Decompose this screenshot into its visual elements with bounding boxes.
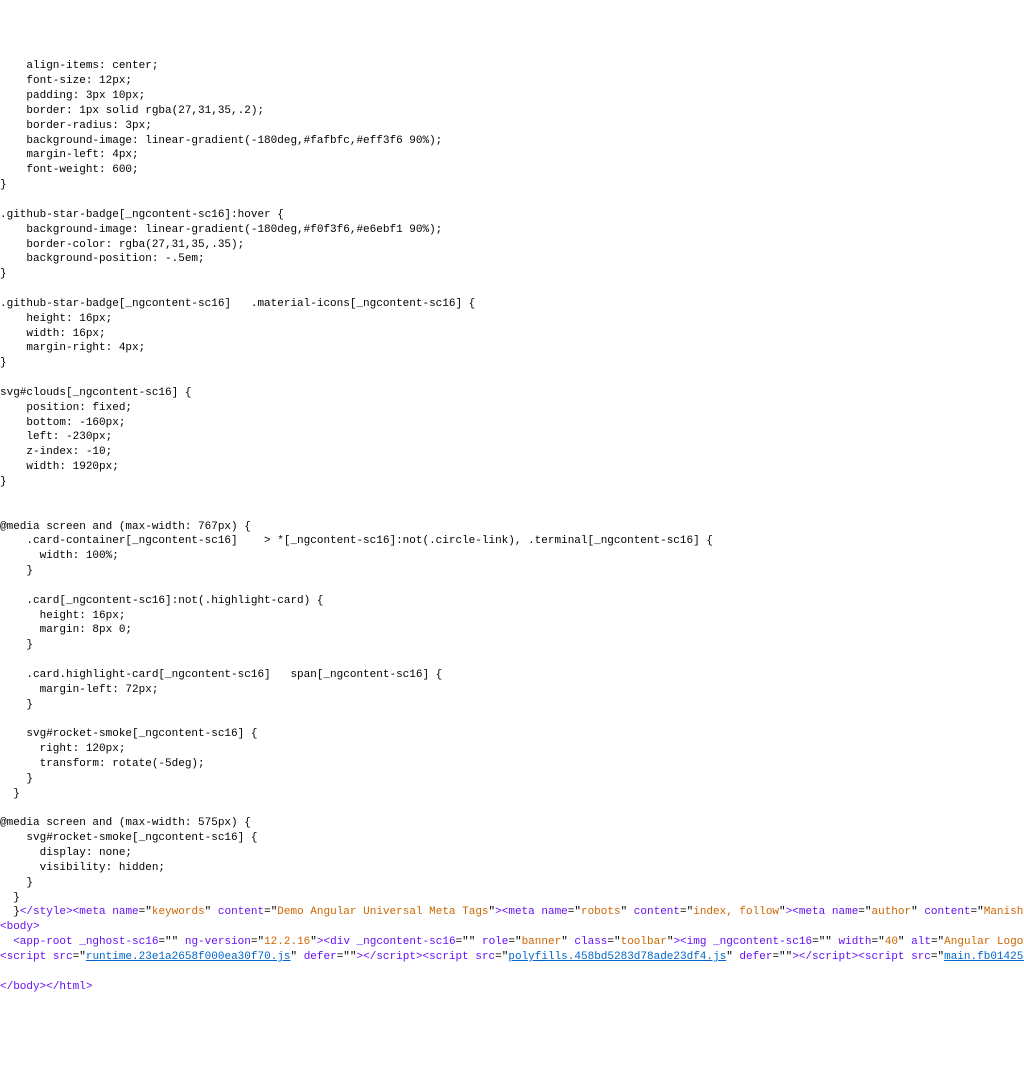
meta-robots-name: robots bbox=[581, 906, 621, 918]
div-role-val: banner bbox=[522, 936, 562, 948]
img-alt-attr: alt bbox=[911, 936, 931, 948]
img-ngcontent: _ngcontent-sc16 bbox=[713, 936, 812, 948]
img-alt-val: Angular Logo bbox=[944, 936, 1023, 948]
nghost-attr: _nghost-sc16 bbox=[79, 936, 158, 948]
script-polyfills-link[interactable]: polyfills.458bd5283d78ade23df4.js bbox=[508, 951, 726, 963]
body-open-tag: body bbox=[7, 921, 33, 933]
meta-author-name: author bbox=[872, 906, 912, 918]
meta-keywords-name: keywords bbox=[152, 906, 205, 918]
defer-attr-1: defer bbox=[304, 951, 337, 963]
meta-author-val: Manish Koju bbox=[984, 906, 1024, 918]
img-width-attr: width bbox=[839, 936, 872, 948]
script-runtime-link[interactable]: runtime.23e1a2658f000ea30f70.js bbox=[86, 951, 291, 963]
div-class-val: toolbar bbox=[621, 936, 667, 948]
ngversion-val: 12.2.16 bbox=[264, 936, 310, 948]
meta-robots-val: index, follow bbox=[693, 906, 779, 918]
div-class-attr: class bbox=[574, 936, 607, 948]
ngversion-attr: ng-version bbox=[185, 936, 251, 948]
div-role-attr: role bbox=[482, 936, 508, 948]
closing-tags: /body></html> bbox=[7, 981, 93, 993]
css-block: align-items: center; font-size: 12px; pa… bbox=[0, 60, 713, 903]
defer-attr-2: defer bbox=[739, 951, 772, 963]
img-width-val: 40 bbox=[885, 936, 898, 948]
div-ngcontent: _ngcontent-sc16 bbox=[357, 936, 456, 948]
meta-keywords-val: Demo Angular Universal Meta Tags bbox=[277, 906, 488, 918]
source-code-block: align-items: center; font-size: 12px; pa… bbox=[0, 59, 1024, 994]
script-main-link[interactable]: main.fb01425b309c59ef30db.js bbox=[944, 951, 1024, 963]
